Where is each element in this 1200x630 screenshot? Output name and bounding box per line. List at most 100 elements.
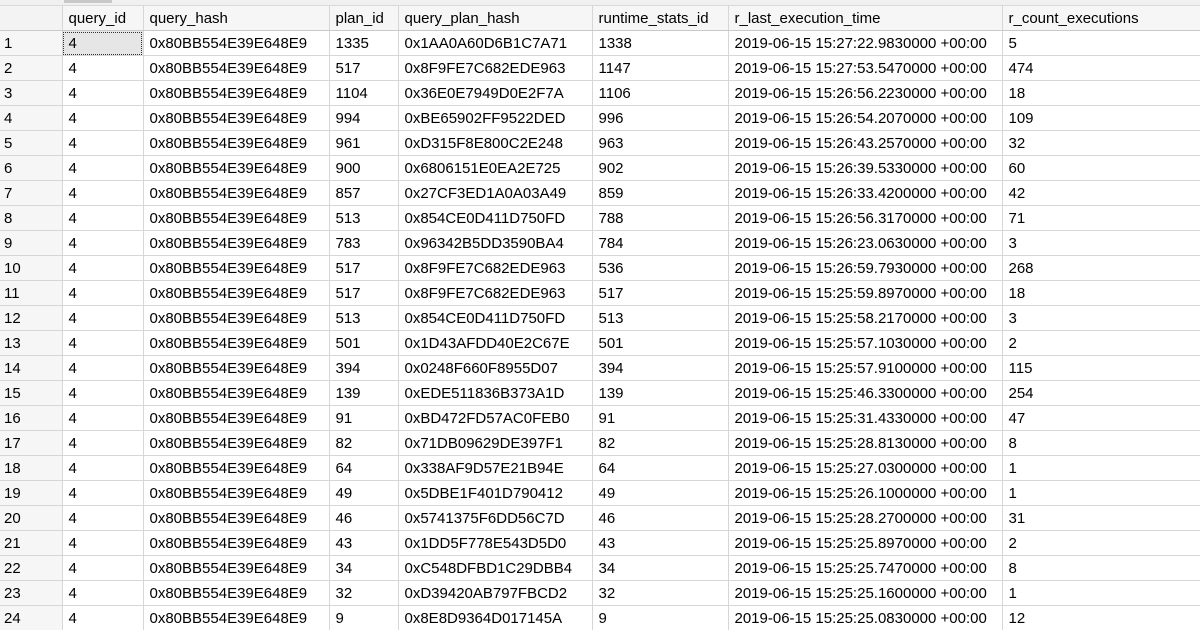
cell-plan-id[interactable]: 517 xyxy=(329,255,399,281)
table-row[interactable]: 24 4 0x80BB554E39E648E9 9 0x8E8D9364D017145A… xyxy=(0,605,1200,630)
row-number[interactable]: 24 xyxy=(0,605,63,630)
row-number[interactable]: 5 xyxy=(0,130,63,156)
cell-query-id[interactable]: 4 xyxy=(62,605,144,630)
cell-query-plan-hash[interactable]: 0x96342B5DD3590BA4 xyxy=(398,230,593,256)
cell-query-id[interactable]: 4 xyxy=(62,405,144,431)
cell-query-plan-hash[interactable]: 0x6806151E0EA2E725 xyxy=(398,155,593,181)
row-number[interactable]: 9 xyxy=(0,230,63,256)
cell-query-id[interactable]: 4 xyxy=(62,555,144,581)
row-number[interactable]: 16 xyxy=(0,405,63,431)
cell-plan-id[interactable]: 394 xyxy=(329,355,399,381)
cell-plan-id[interactable]: 517 xyxy=(329,280,399,306)
cell-r-count-executions[interactable]: 8 xyxy=(1002,555,1200,581)
cell-r-count-executions[interactable]: 71 xyxy=(1002,205,1200,231)
cell-runtime-stats-id[interactable]: 82 xyxy=(592,430,729,456)
cell-r-count-executions[interactable]: 47 xyxy=(1002,405,1200,431)
cell-query-hash[interactable]: 0x80BB554E39E648E9 xyxy=(143,130,330,156)
table-row[interactable]: 15 4 0x80BB554E39E648E9 139 0xEDE511836B373A… xyxy=(0,380,1200,406)
table-row[interactable]: 20 4 0x80BB554E39E648E9 46 0x5741375F6DD56C7… xyxy=(0,505,1200,531)
cell-query-hash[interactable]: 0x80BB554E39E648E9 xyxy=(143,555,330,581)
row-number[interactable]: 14 xyxy=(0,355,63,381)
cell-runtime-stats-id[interactable]: 1106 xyxy=(592,80,729,106)
cell-r-count-executions[interactable]: 42 xyxy=(1002,180,1200,206)
cell-r-last-execution-time[interactable]: 2019-06-15 15:27:22.9830000 +00:00 xyxy=(728,30,1003,56)
cell-plan-id[interactable]: 43 xyxy=(329,530,399,556)
cell-runtime-stats-id[interactable]: 788 xyxy=(592,205,729,231)
column-header-query-plan-hash[interactable]: query_plan_hash xyxy=(398,6,593,31)
row-number[interactable]: 18 xyxy=(0,455,63,481)
table-row[interactable]: 3 4 0x80BB554E39E648E9 1104 0x36E0E7949D0E2F… xyxy=(0,80,1200,106)
cell-query-hash[interactable]: 0x80BB554E39E648E9 xyxy=(143,155,330,181)
table-row[interactable]: 23 4 0x80BB554E39E648E9 32 0xD39420AB797FBCD… xyxy=(0,580,1200,606)
cell-plan-id[interactable]: 139 xyxy=(329,380,399,406)
cell-runtime-stats-id[interactable]: 536 xyxy=(592,255,729,281)
cell-query-hash[interactable]: 0x80BB554E39E648E9 xyxy=(143,380,330,406)
cell-runtime-stats-id[interactable]: 64 xyxy=(592,455,729,481)
cell-query-hash[interactable]: 0x80BB554E39E648E9 xyxy=(143,330,330,356)
cell-query-id[interactable]: 4 xyxy=(62,330,144,356)
table-row[interactable]: 12 4 0x80BB554E39E648E9 513 0x854CE0D411D750… xyxy=(0,305,1200,331)
table-row[interactable]: 4 4 0x80BB554E39E648E9 994 0xBE65902FF9522DE… xyxy=(0,105,1200,131)
cell-r-count-executions[interactable]: 1 xyxy=(1002,480,1200,506)
cell-r-last-execution-time[interactable]: 2019-06-15 15:26:59.7930000 +00:00 xyxy=(728,255,1003,281)
cell-query-id[interactable]: 4 xyxy=(62,30,144,56)
cell-query-id[interactable]: 4 xyxy=(62,430,144,456)
cell-plan-id[interactable]: 91 xyxy=(329,405,399,431)
cell-runtime-stats-id[interactable]: 43 xyxy=(592,530,729,556)
row-number[interactable]: 1 xyxy=(0,30,63,56)
cell-runtime-stats-id[interactable]: 996 xyxy=(592,105,729,131)
cell-query-id[interactable]: 4 xyxy=(62,480,144,506)
cell-query-hash[interactable]: 0x80BB554E39E648E9 xyxy=(143,580,330,606)
cell-r-last-execution-time[interactable]: 2019-06-15 15:26:39.5330000 +00:00 xyxy=(728,155,1003,181)
column-header-query-hash[interactable]: query_hash xyxy=(143,6,330,31)
cell-r-last-execution-time[interactable]: 2019-06-15 15:26:23.0630000 +00:00 xyxy=(728,230,1003,256)
cell-runtime-stats-id[interactable]: 46 xyxy=(592,505,729,531)
cell-query-plan-hash[interactable]: 0xEDE511836B373A1D xyxy=(398,380,593,406)
cell-r-last-execution-time[interactable]: 2019-06-15 15:25:25.8970000 +00:00 xyxy=(728,530,1003,556)
cell-query-id[interactable]: 4 xyxy=(62,455,144,481)
table-row[interactable]: 10 4 0x80BB554E39E648E9 517 0x8F9FE7C682EDE9… xyxy=(0,255,1200,281)
cell-query-hash[interactable]: 0x80BB554E39E648E9 xyxy=(143,355,330,381)
table-row[interactable]: 22 4 0x80BB554E39E648E9 34 0xC548DFBD1C29DBB… xyxy=(0,555,1200,581)
cell-runtime-stats-id[interactable]: 139 xyxy=(592,380,729,406)
column-header-r-last-execution-time[interactable]: r_last_execution_time xyxy=(728,6,1003,31)
cell-query-plan-hash[interactable]: 0x854CE0D411D750FD xyxy=(398,305,593,331)
row-number[interactable]: 3 xyxy=(0,80,63,106)
cell-query-plan-hash[interactable]: 0x0248F660F8955D07 xyxy=(398,355,593,381)
cell-r-count-executions[interactable]: 60 xyxy=(1002,155,1200,181)
cell-r-last-execution-time[interactable]: 2019-06-15 15:25:46.3300000 +00:00 xyxy=(728,380,1003,406)
cell-runtime-stats-id[interactable]: 513 xyxy=(592,305,729,331)
row-number[interactable]: 17 xyxy=(0,430,63,456)
cell-r-count-executions[interactable]: 18 xyxy=(1002,280,1200,306)
cell-query-plan-hash[interactable]: 0x36E0E7949D0E2F7A xyxy=(398,80,593,106)
cell-r-count-executions[interactable]: 3 xyxy=(1002,230,1200,256)
cell-r-last-execution-time[interactable]: 2019-06-15 15:25:28.2700000 +00:00 xyxy=(728,505,1003,531)
cell-r-last-execution-time[interactable]: 2019-06-15 15:25:58.2170000 +00:00 xyxy=(728,305,1003,331)
table-row[interactable]: 7 4 0x80BB554E39E648E9 857 0x27CF3ED1A0A03A4… xyxy=(0,180,1200,206)
cell-plan-id[interactable]: 82 xyxy=(329,430,399,456)
cell-query-hash[interactable]: 0x80BB554E39E648E9 xyxy=(143,480,330,506)
cell-plan-id[interactable]: 961 xyxy=(329,130,399,156)
cell-query-id[interactable]: 4 xyxy=(62,230,144,256)
cell-query-hash[interactable]: 0x80BB554E39E648E9 xyxy=(143,405,330,431)
row-number[interactable]: 12 xyxy=(0,305,63,331)
cell-plan-id[interactable]: 1104 xyxy=(329,80,399,106)
cell-runtime-stats-id[interactable]: 784 xyxy=(592,230,729,256)
cell-query-id[interactable]: 4 xyxy=(62,180,144,206)
cell-query-hash[interactable]: 0x80BB554E39E648E9 xyxy=(143,55,330,81)
cell-query-id[interactable]: 4 xyxy=(62,505,144,531)
cell-query-plan-hash[interactable]: 0x8F9FE7C682EDE963 xyxy=(398,55,593,81)
cell-r-count-executions[interactable]: 12 xyxy=(1002,605,1200,630)
cell-r-last-execution-time[interactable]: 2019-06-15 15:26:56.2230000 +00:00 xyxy=(728,80,1003,106)
cell-plan-id[interactable]: 513 xyxy=(329,205,399,231)
cell-query-plan-hash[interactable]: 0x5DBE1F401D790412 xyxy=(398,480,593,506)
cell-r-count-executions[interactable]: 5 xyxy=(1002,30,1200,56)
table-row[interactable]: 13 4 0x80BB554E39E648E9 501 0x1D43AFDD40E2C6… xyxy=(0,330,1200,356)
cell-query-id[interactable]: 4 xyxy=(62,55,144,81)
cell-query-hash[interactable]: 0x80BB554E39E648E9 xyxy=(143,455,330,481)
table-row[interactable]: 11 4 0x80BB554E39E648E9 517 0x8F9FE7C682EDE9… xyxy=(0,280,1200,306)
cell-runtime-stats-id[interactable]: 32 xyxy=(592,580,729,606)
cell-r-count-executions[interactable]: 3 xyxy=(1002,305,1200,331)
cell-runtime-stats-id[interactable]: 517 xyxy=(592,280,729,306)
column-header-r-count-executions[interactable]: r_count_executions xyxy=(1002,6,1200,31)
